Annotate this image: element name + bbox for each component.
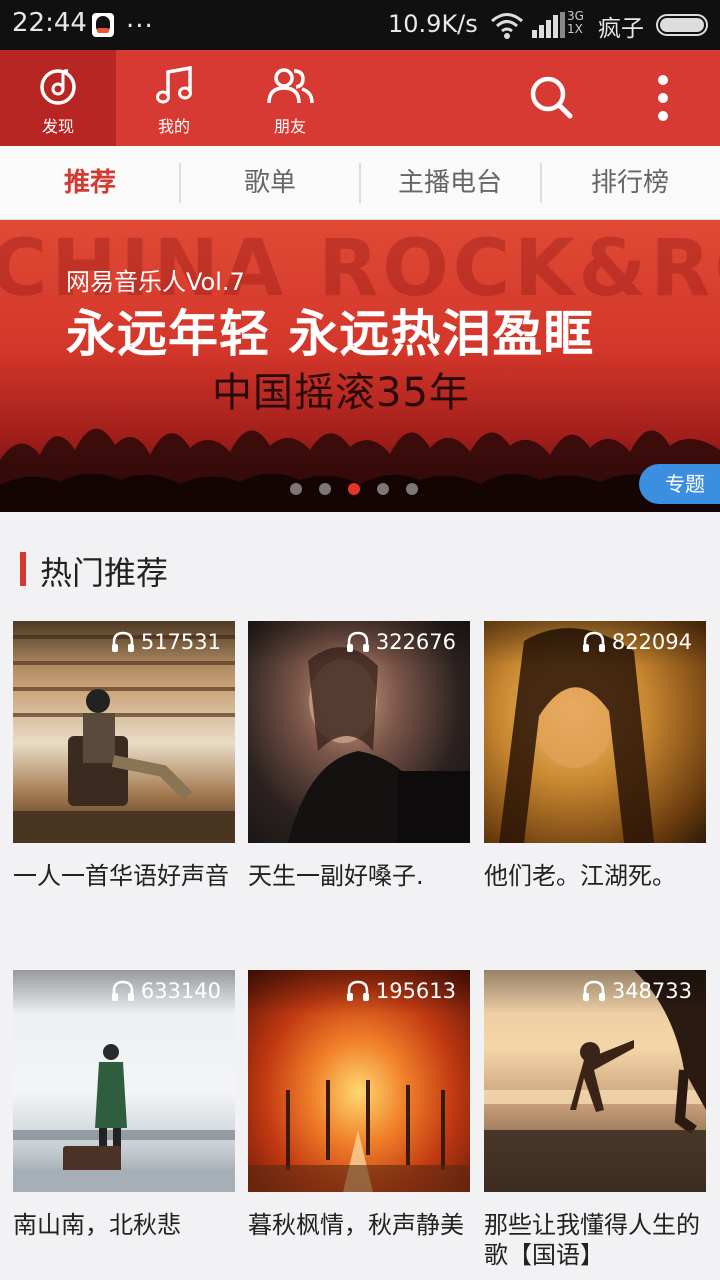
banner-subtitle: 网易音乐人Vol.7 [66,268,245,296]
friends-icon [267,68,314,104]
subtab-charts[interactable]: 排行榜 [540,146,720,220]
wifi-icon [491,13,523,39]
music-note-icon [156,66,192,104]
search-icon[interactable] [528,74,574,120]
play-count-value: 822094 [611,630,692,654]
banner-topic-badge[interactable]: 专题 [639,464,720,504]
play-count: 348733 [582,978,692,1004]
tab-discover[interactable]: 发现 [0,50,116,146]
banner-tagline: 中国摇滚35年 [212,370,470,416]
headphones-icon [582,980,605,1001]
sub-tab-bar: 推荐 歌单 主播电台 排行榜 [0,146,720,220]
playlist-title: 暮秋枫情，秋声静美 [248,1211,464,1239]
page-dot-active [348,483,360,495]
network-type: 3G 1X [567,10,584,36]
play-count: 322676 [346,629,456,655]
netease-logo-icon [40,69,76,105]
headphones-icon [111,980,134,1001]
playlist-card[interactable]: 322676 天生一副好嗓子. [248,621,470,891]
playlist-card[interactable]: 633140 南山南，北秋悲 [13,970,235,1240]
status-more-dots: ... [126,4,154,34]
tab-friends-label: 朋友 [273,117,306,136]
play-count: 822094 [582,629,692,655]
headphones-icon [346,631,369,652]
headphones-icon [346,980,369,1001]
playlist-cover: 322676 [248,621,470,843]
network-speed: 10.9K/s [388,10,478,38]
playlist-title: 那些让我懂得人生的歌【国语】 [484,1211,700,1269]
playlist-title: 一人一首华语好声音 [13,862,229,890]
network-type-bottom: 1X [567,22,583,36]
app-top-bar: 发现 我的 朋友 [0,50,720,146]
playlist-cover: 348733 [484,970,706,1192]
playlist-cover: 633140 [13,970,235,1192]
headphones-icon [582,631,605,652]
play-count-value: 195613 [375,979,456,1003]
play-count-value: 517531 [140,630,221,654]
page-dot [319,483,331,495]
banner-page-indicator [290,480,435,495]
subtab-radio[interactable]: 主播电台 [360,146,540,220]
tab-friends[interactable]: 朋友 [232,50,348,146]
status-bar: 22:44 ... 10.9K/s 3G 1X 疯子 [0,0,720,50]
tab-discover-label: 发现 [41,117,74,136]
play-count: 517531 [111,629,221,655]
tab-my-music[interactable]: 我的 [116,50,232,146]
page-dot [290,483,302,495]
subtab-recommend[interactable]: 推荐 [0,146,180,220]
section-title: 热门推荐 [40,554,169,592]
playlist-card[interactable]: 348733 那些让我懂得人生的歌【国语】 [484,970,706,1270]
page-dot [406,483,418,495]
play-count: 633140 [111,978,221,1004]
section-accent-bar [20,552,26,586]
subtab-playlists[interactable]: 歌单 [180,146,360,220]
signal-icon [532,12,565,38]
network-type-top: 3G [567,9,584,23]
playlist-title: 天生一副好嗓子. [248,862,424,890]
status-time: 22:44 [12,8,87,38]
qq-icon [92,13,114,37]
playlist-card[interactable]: 195613 暮秋枫情，秋声静美 [248,970,470,1240]
playlist-card[interactable]: 822094 他们老。江湖死。 [484,621,706,891]
play-count-value: 322676 [375,630,456,654]
playlist-cover: 195613 [248,970,470,1192]
more-options-icon[interactable] [650,74,676,122]
playlist-card[interactable]: 517531 一人一首华语好声音 [13,621,235,891]
play-count-value: 633140 [140,979,221,1003]
banner-headline: 永远年轻 永远热泪盈眶 [66,305,595,363]
headphones-icon [111,631,134,652]
playlist-cover: 517531 [13,621,235,843]
promo-banner[interactable]: CHINA ROCK&ROLL 网易音乐人Vol.7 永远年轻 永远热泪盈眶 中… [0,220,720,512]
playlist-title: 他们老。江湖死。 [484,862,676,890]
battery-icon [656,14,708,36]
playlist-cover: 822094 [484,621,706,843]
play-count-value: 348733 [611,979,692,1003]
playlist-title: 南山南，北秋悲 [13,1211,181,1239]
play-count: 195613 [346,978,456,1004]
carrier-name: 疯子 [598,16,644,42]
page-dot [377,483,389,495]
tab-my-music-label: 我的 [157,117,190,136]
